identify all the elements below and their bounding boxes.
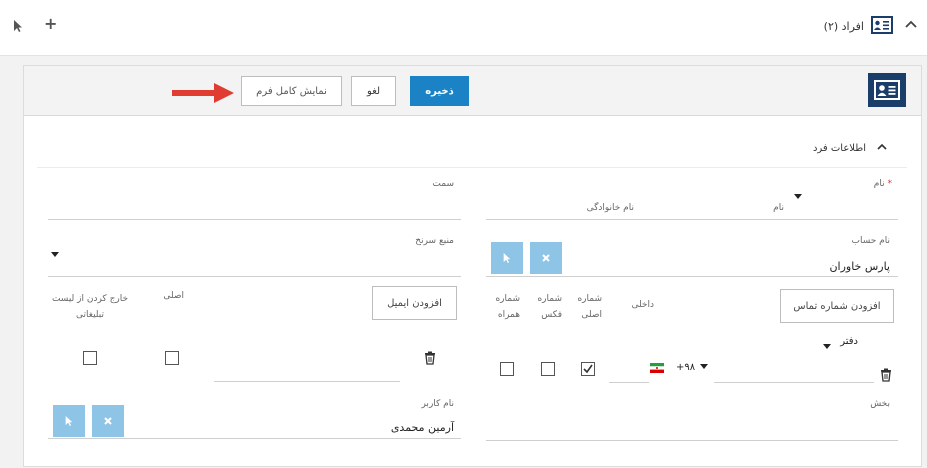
user-label: نام کاربر <box>421 399 454 409</box>
user-underline <box>48 438 461 439</box>
phone-number-field[interactable] <box>714 382 874 383</box>
phone-type-select[interactable]: دفتر <box>814 336 858 347</box>
name-label: * نام <box>873 179 892 189</box>
account-label: نام حساب <box>851 236 891 246</box>
iran-flag-icon <box>650 363 664 373</box>
caret-down-icon[interactable] <box>51 252 59 257</box>
save-button[interactable]: ذخیره <box>410 76 469 106</box>
name-underline <box>486 219 898 220</box>
close-icon <box>104 417 112 425</box>
phone-col-internal: داخلی <box>631 300 654 310</box>
lead-source-field[interactable] <box>48 276 461 277</box>
caret-down-icon[interactable] <box>794 194 802 199</box>
close-icon <box>542 254 550 262</box>
clear-user-button[interactable] <box>92 405 124 437</box>
contact-card-icon <box>868 73 906 107</box>
email-main-checkbox[interactable] <box>165 351 179 365</box>
phone-fax-checkbox[interactable] <box>541 362 555 376</box>
select-account-button[interactable] <box>491 242 523 274</box>
email-field[interactable] <box>214 381 400 382</box>
person-form-panel: ذخیره لغو نمایش کامل فرم اطلاعات فرد * ن… <box>23 65 922 467</box>
contact-card-icon <box>871 16 893 34</box>
add-phone-button[interactable]: افزودن شماره تماس <box>780 289 894 323</box>
show-full-form-button[interactable]: نمایش کامل فرم <box>241 76 342 106</box>
account-value[interactable]: پارس خاوران <box>764 260 890 273</box>
first-name-field[interactable]: نام <box>754 203 784 213</box>
email-col-unsubscribe: خارج کردن از لیست تبلیغاتی <box>51 294 129 320</box>
phone-col-mobile: شماره همراه <box>495 294 520 320</box>
top-bar: + افراد (۲) <box>0 0 927 56</box>
cursor-icon[interactable] <box>12 19 24 33</box>
select-user-button[interactable] <box>53 405 85 437</box>
cursor-icon <box>503 253 511 263</box>
phone-col-fax: شماره فکس <box>537 294 562 320</box>
section-title: اطلاعات فرد <box>812 143 866 154</box>
cursor-icon <box>65 416 73 426</box>
caret-down-icon[interactable] <box>823 344 831 349</box>
divider <box>37 167 907 168</box>
position-label: سمت <box>432 179 454 189</box>
chevron-up-icon[interactable] <box>903 17 919 33</box>
caret-down-icon[interactable] <box>700 364 708 369</box>
email-unsubscribe-checkbox[interactable] <box>83 351 97 365</box>
arrow-right-icon <box>172 83 234 103</box>
clear-account-button[interactable] <box>530 242 562 274</box>
form-toolbar: ذخیره لغو نمایش کامل فرم <box>24 66 921 116</box>
country-code[interactable]: +۹۸ <box>676 362 698 373</box>
account-underline <box>486 276 898 277</box>
position-field[interactable] <box>48 219 461 220</box>
phone-col-main: شماره اصلی <box>577 294 602 320</box>
cancel-button[interactable]: لغو <box>351 76 396 106</box>
phone-main-checkbox[interactable] <box>581 362 595 376</box>
user-value[interactable]: آرمین محمدی <box>324 421 454 434</box>
plus-icon[interactable]: + <box>44 14 57 34</box>
department-field[interactable] <box>486 440 898 441</box>
trash-icon[interactable] <box>424 351 436 365</box>
phone-mobile-checkbox[interactable] <box>500 362 514 376</box>
phone-internal-field[interactable] <box>609 382 649 383</box>
trash-icon[interactable] <box>880 368 892 382</box>
people-section-title: افراد (۲) <box>823 20 864 33</box>
chevron-up-icon[interactable] <box>876 141 888 153</box>
add-email-button[interactable]: افزودن ایمیل <box>372 286 457 320</box>
email-col-main: اصلی <box>163 291 184 301</box>
last-name-field[interactable]: نام خانوادگی <box>554 203 634 213</box>
lead-source-label: منبع سرنخ <box>415 236 454 246</box>
department-label: بخش <box>870 399 890 409</box>
check-icon <box>583 364 593 374</box>
